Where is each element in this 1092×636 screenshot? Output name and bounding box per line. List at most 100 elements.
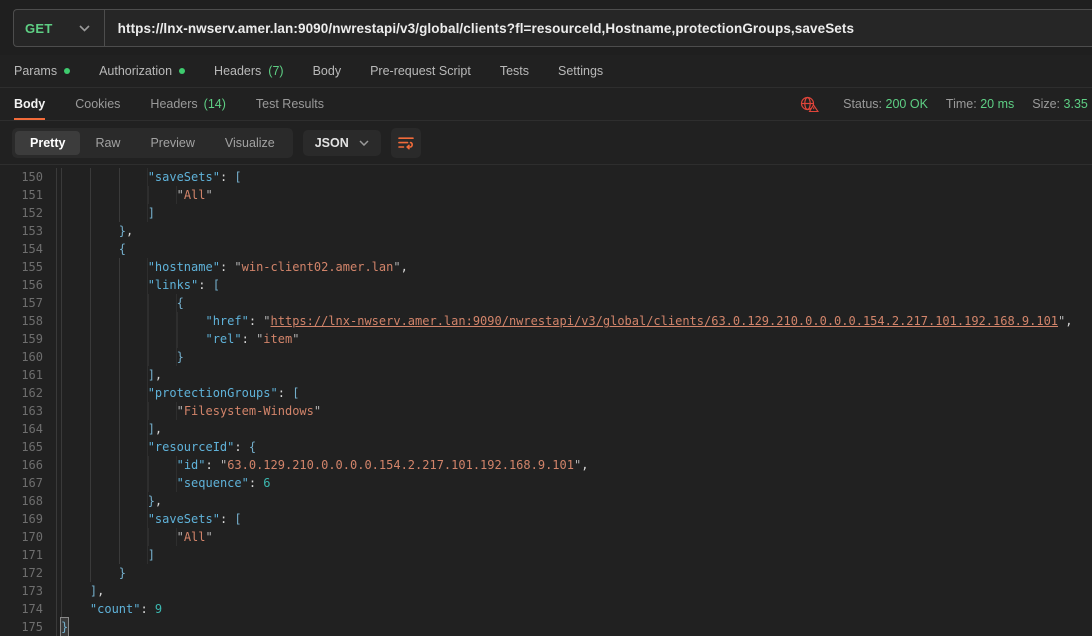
tab-pre-request-script[interactable]: Pre-request Script (370, 64, 471, 78)
code-line: 156"links": [ (0, 276, 1092, 294)
code-token: , (155, 366, 162, 384)
line-number: 154 (0, 240, 57, 258)
code-token: [ (234, 510, 241, 528)
code-token: "resourceId" (148, 438, 235, 456)
code-token: ] (148, 546, 155, 564)
indent-guides (61, 204, 148, 222)
code-line: 154{ (0, 240, 1092, 258)
tab-label: Pre-request Script (370, 64, 471, 78)
code-token: " (177, 528, 184, 546)
tab-label: Test Results (256, 97, 324, 111)
wrap-lines-button[interactable] (391, 128, 421, 158)
status-badge: Status: 200 OK (843, 97, 928, 111)
code-token: "links" (148, 276, 199, 294)
code-token: : (206, 456, 220, 474)
line-number: 158 (0, 312, 57, 330)
code-token: } (177, 348, 184, 366)
code-token: { (249, 438, 256, 456)
line-number: 169 (0, 510, 57, 528)
line-number: 165 (0, 438, 57, 456)
code-token: : (249, 312, 263, 330)
code-line: 165 "resourceId": { (0, 438, 1092, 456)
line-number: 163 (0, 402, 57, 420)
tab-label: Cookies (75, 97, 120, 111)
request-url-row: GET https://lnx-nwserv.amer.lan:9090/nwr… (0, 0, 1092, 55)
code-token: : (140, 600, 154, 618)
code-line: 161], (0, 366, 1092, 384)
view-tab-raw[interactable]: Raw (80, 131, 135, 155)
code-token: 9 (155, 600, 162, 618)
code-token: : (220, 510, 234, 528)
status-label: Status: (843, 97, 882, 111)
size-label: Size: (1032, 97, 1060, 111)
tab-authorization[interactable]: Authorization (99, 64, 185, 78)
code-line: 150"saveSets": [ (0, 168, 1092, 186)
code-token: : (234, 438, 248, 456)
indent-guides (61, 330, 205, 348)
tab-params[interactable]: Params (14, 64, 70, 78)
code-line: 160} (0, 348, 1092, 366)
code-token: "saveSets" (148, 168, 220, 186)
href-link[interactable]: https://lnx-nwserv.amer.lan:9090/nwresta… (271, 312, 1058, 330)
line-number: 171 (0, 546, 57, 564)
code-line: 171] (0, 546, 1092, 564)
code-token: } (61, 618, 68, 636)
size-value: 3.35 KB (1064, 97, 1092, 111)
tab-label: Body (14, 97, 45, 111)
url-input[interactable]: https://lnx-nwserv.amer.lan:9090/nwresta… (105, 10, 855, 46)
code-token: , (155, 420, 162, 438)
code-line: 169"saveSets": [ (0, 510, 1092, 528)
code-token: " (234, 258, 241, 276)
view-tab-pretty[interactable]: Pretty (15, 131, 80, 155)
line-number: 175 (0, 618, 57, 636)
indent-guides (61, 384, 148, 402)
format-dropdown[interactable]: JSON (303, 130, 381, 156)
network-warning-icon[interactable] (800, 96, 819, 112)
line-number: 153 (0, 222, 57, 240)
code-token: , (97, 582, 104, 600)
tab-tests[interactable]: Tests (500, 64, 529, 78)
tab-headers[interactable]: Headers (7) (214, 64, 284, 78)
code-token: ] (148, 366, 155, 384)
response-body-code-viewer[interactable]: 150"saveSets": [151"All"152]153},154{155… (0, 165, 1092, 636)
code-line: 158"href": "https://lnx-nwserv.amer.lan:… (0, 312, 1092, 330)
status-value: 200 OK (886, 97, 928, 111)
code-token: " (177, 186, 184, 204)
response-tab-test-results[interactable]: Test Results (256, 88, 324, 120)
code-token: "rel" (205, 330, 241, 348)
response-tab-body[interactable]: Body (14, 88, 45, 120)
code-line: 163"Filesystem-Windows" (0, 402, 1092, 420)
indent-guides (61, 492, 148, 510)
code-token: win-client02.amer.lan (242, 258, 394, 276)
code-token: 63.0.129.210.0.0.0.0.154.2.217.101.192.1… (227, 456, 574, 474)
code-token: Filesystem-Windows (184, 402, 314, 420)
indent-guides (61, 276, 148, 294)
view-tab-preview[interactable]: Preview (135, 131, 209, 155)
line-number: 168 (0, 492, 57, 510)
code-token: " (177, 402, 184, 420)
code-token: " (256, 330, 263, 348)
code-token: [ (292, 384, 299, 402)
line-number: 173 (0, 582, 57, 600)
tab-settings[interactable]: Settings (558, 64, 603, 78)
response-tab-cookies[interactable]: Cookies (75, 88, 120, 120)
time-value: 20 ms (980, 97, 1014, 111)
line-number: 167 (0, 474, 57, 492)
code-token: "id" (177, 456, 206, 474)
code-token: "count" (90, 600, 141, 618)
code-line: 155"hostname": "win-client02.amer.lan", (0, 258, 1092, 276)
response-view-toolbar: Pretty Raw Preview Visualize JSON (0, 121, 1092, 165)
code-token: , (581, 456, 588, 474)
response-tab-headers[interactable]: Headers (14) (150, 88, 225, 120)
indent-guides (61, 222, 119, 240)
code-token: : (198, 276, 212, 294)
indent-guides (61, 546, 148, 564)
tab-body[interactable]: Body (313, 64, 342, 78)
tab-label: Headers (150, 97, 197, 111)
code-token: "hostname" (148, 258, 220, 276)
indent-guides (61, 600, 90, 618)
method-selector[interactable]: GET (14, 10, 104, 46)
view-tab-visualize[interactable]: Visualize (210, 131, 290, 155)
code-line: 174"count": 9 (0, 600, 1092, 618)
code-token: , (155, 492, 162, 510)
